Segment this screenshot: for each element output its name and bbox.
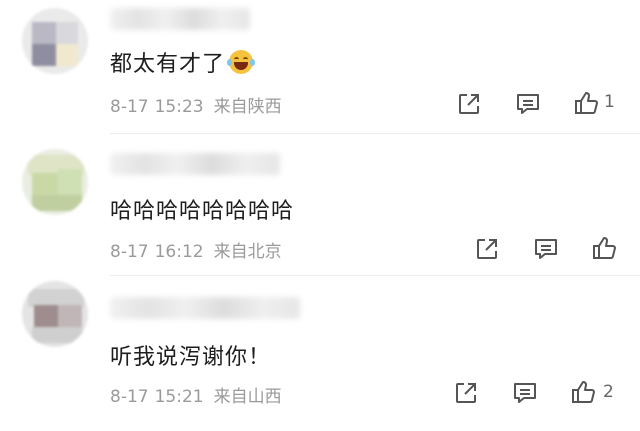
comment-location: 来自北京 xyxy=(213,242,282,262)
share-button[interactable] xyxy=(474,236,500,262)
comment-button[interactable] xyxy=(533,236,559,262)
avatar[interactable] xyxy=(22,281,88,347)
thumbs-up-icon xyxy=(572,381,595,403)
comment-meta: 8-17 16:12 来自北京 xyxy=(110,237,282,262)
username-redacted xyxy=(110,153,280,175)
comment-text: 都太有才了 xyxy=(110,46,256,78)
comment-item: 都太有才了 8-17 15:23 来自陕西 1 xyxy=(0,0,640,135)
comment-time: 15:23 xyxy=(154,97,204,117)
comment-button[interactable] xyxy=(515,91,541,117)
comment-location: 来自陕西 xyxy=(213,97,282,117)
thumbs-up-icon xyxy=(593,237,616,259)
comment-button[interactable] xyxy=(512,380,538,406)
share-icon xyxy=(477,239,497,259)
divider xyxy=(110,133,640,134)
username-redacted xyxy=(110,8,250,30)
comment-time: 16:12 xyxy=(154,242,204,262)
avatar[interactable] xyxy=(22,8,88,74)
avatar[interactable] xyxy=(22,149,88,215)
comment-item: 哈哈哈哈哈哈哈哈 8-17 16:12 来自北京 xyxy=(0,135,640,277)
comment-icon xyxy=(535,239,557,259)
share-icon xyxy=(459,94,479,114)
comment-icon xyxy=(517,94,539,114)
like-count: 2 xyxy=(603,382,614,402)
username-redacted xyxy=(110,297,300,319)
like-button[interactable] xyxy=(591,235,617,261)
comment-time: 15:21 xyxy=(154,387,204,407)
like-button[interactable] xyxy=(573,90,599,116)
comment-icon xyxy=(514,383,536,403)
share-button[interactable] xyxy=(456,91,482,117)
grinning-tears-emoji xyxy=(227,50,256,74)
like-count: 1 xyxy=(604,92,615,112)
comment-location: 来自山西 xyxy=(213,387,282,407)
comment-meta: 8-17 15:23 来自陕西 xyxy=(110,92,282,117)
comment-text: 哈哈哈哈哈哈哈哈 xyxy=(110,199,295,224)
share-button[interactable] xyxy=(453,380,479,406)
divider xyxy=(110,275,640,276)
comment-date: 8-17 xyxy=(110,242,149,262)
comment-meta: 8-17 15:21 来自山西 xyxy=(110,382,282,407)
comment-date: 8-17 xyxy=(110,97,149,117)
comment-text: 听我说泻谢你！ xyxy=(110,345,272,370)
comment-item: 听我说泻谢你！ 8-17 15:21 来自山西 2 xyxy=(0,277,640,431)
comment-date: 8-17 xyxy=(110,387,149,407)
share-icon xyxy=(456,383,476,403)
like-button[interactable] xyxy=(570,379,596,405)
thumbs-up-icon xyxy=(575,92,598,114)
